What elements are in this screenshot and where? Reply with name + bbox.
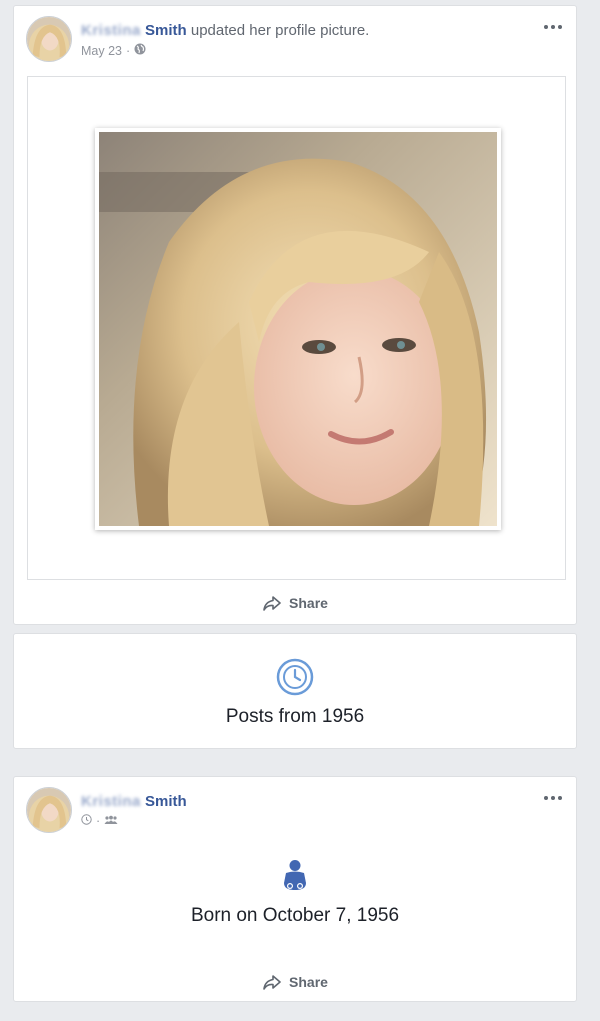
share-label: Share (289, 974, 328, 990)
clock-icon (276, 658, 314, 696)
baby-icon (284, 860, 306, 890)
life-event-label: Born on October 7, 1956 (190, 905, 400, 926)
more-options-button[interactable] (542, 20, 564, 34)
more-dot (551, 25, 555, 29)
more-dot (551, 796, 555, 800)
more-dot (544, 25, 548, 29)
profile-photo[interactable] (95, 128, 501, 530)
post-action-text: updated her profile picture. (190, 22, 370, 39)
separator: · (126, 43, 131, 58)
friends-icon[interactable] (104, 814, 118, 828)
post-header: Kristina Smith updated her profile pictu… (26, 16, 564, 64)
profile-picture-post: Kristina Smith updated her profile pictu… (13, 5, 577, 625)
posts-from-label: Posts from 1956 (225, 706, 365, 727)
more-dot (558, 796, 562, 800)
share-icon (263, 975, 281, 990)
separator: · (96, 814, 101, 828)
clock-small-icon[interactable] (81, 814, 92, 828)
author-last-name[interactable]: Smith (145, 793, 187, 810)
more-options-button[interactable] (542, 791, 564, 805)
profile-photo-frame (27, 76, 566, 580)
post-header: Kristina Smith · (26, 787, 564, 835)
life-event-post: Kristina Smith · Born on October 7, 1956… (13, 776, 577, 1002)
more-dot (558, 25, 562, 29)
globe-icon[interactable] (134, 43, 146, 58)
share-button[interactable]: Share (14, 970, 576, 994)
share-label: Share (289, 595, 328, 611)
posts-from-year-card[interactable]: Posts from 1956 (13, 633, 577, 749)
author-first-name[interactable]: Kristina (81, 21, 141, 40)
share-icon (263, 596, 281, 611)
share-button[interactable]: Share (14, 591, 576, 615)
avatar[interactable] (26, 16, 72, 62)
avatar[interactable] (26, 787, 72, 833)
author-first-name[interactable]: Kristina (81, 792, 141, 811)
post-date[interactable]: May 23 (81, 44, 122, 58)
more-dot (544, 796, 548, 800)
author-last-name[interactable]: Smith (145, 22, 187, 39)
